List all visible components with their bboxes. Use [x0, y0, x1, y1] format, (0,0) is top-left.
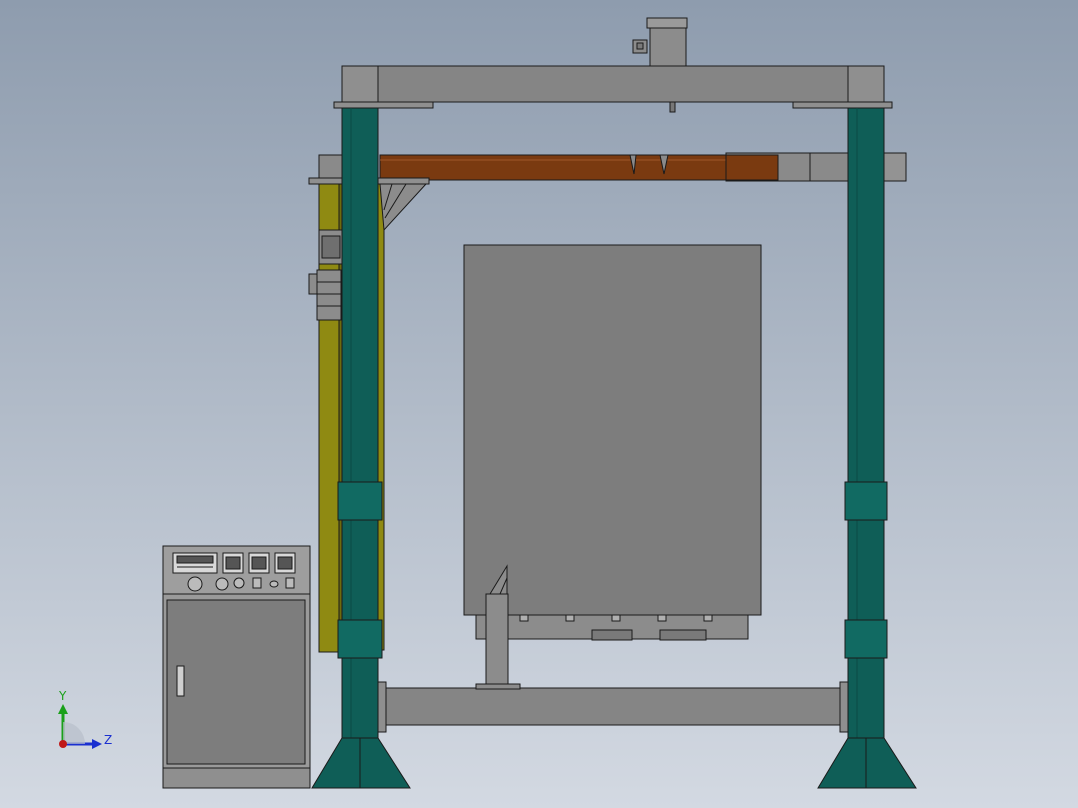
- knob-icon[interactable]: [187, 576, 203, 592]
- cad-viewport[interactable]: Y Z: [0, 0, 1078, 808]
- control-cabinet[interactable]: [162, 545, 311, 789]
- horizontal-beam[interactable]: [379, 152, 907, 182]
- knob-icon[interactable]: [233, 577, 245, 589]
- origin-icon: [59, 740, 67, 748]
- gauge-icon: [248, 552, 270, 574]
- button-icon[interactable]: [285, 577, 295, 589]
- y-axis-label: Y: [58, 689, 67, 703]
- z-axis-label: Z: [104, 733, 112, 747]
- digital-display-icon: [172, 552, 218, 574]
- gauge-icon: [274, 552, 296, 574]
- button-icon[interactable]: [252, 577, 262, 589]
- door-handle-icon[interactable]: [176, 665, 185, 697]
- gauge-icon: [222, 552, 244, 574]
- sample-panel[interactable]: [463, 244, 762, 616]
- assembly-view[interactable]: Y Z: [0, 0, 1078, 808]
- bottom-crossbeam[interactable]: [377, 681, 849, 733]
- knob-icon[interactable]: [215, 577, 229, 591]
- panel-pallet[interactable]: [475, 614, 749, 641]
- button-icon[interactable]: [269, 580, 279, 588]
